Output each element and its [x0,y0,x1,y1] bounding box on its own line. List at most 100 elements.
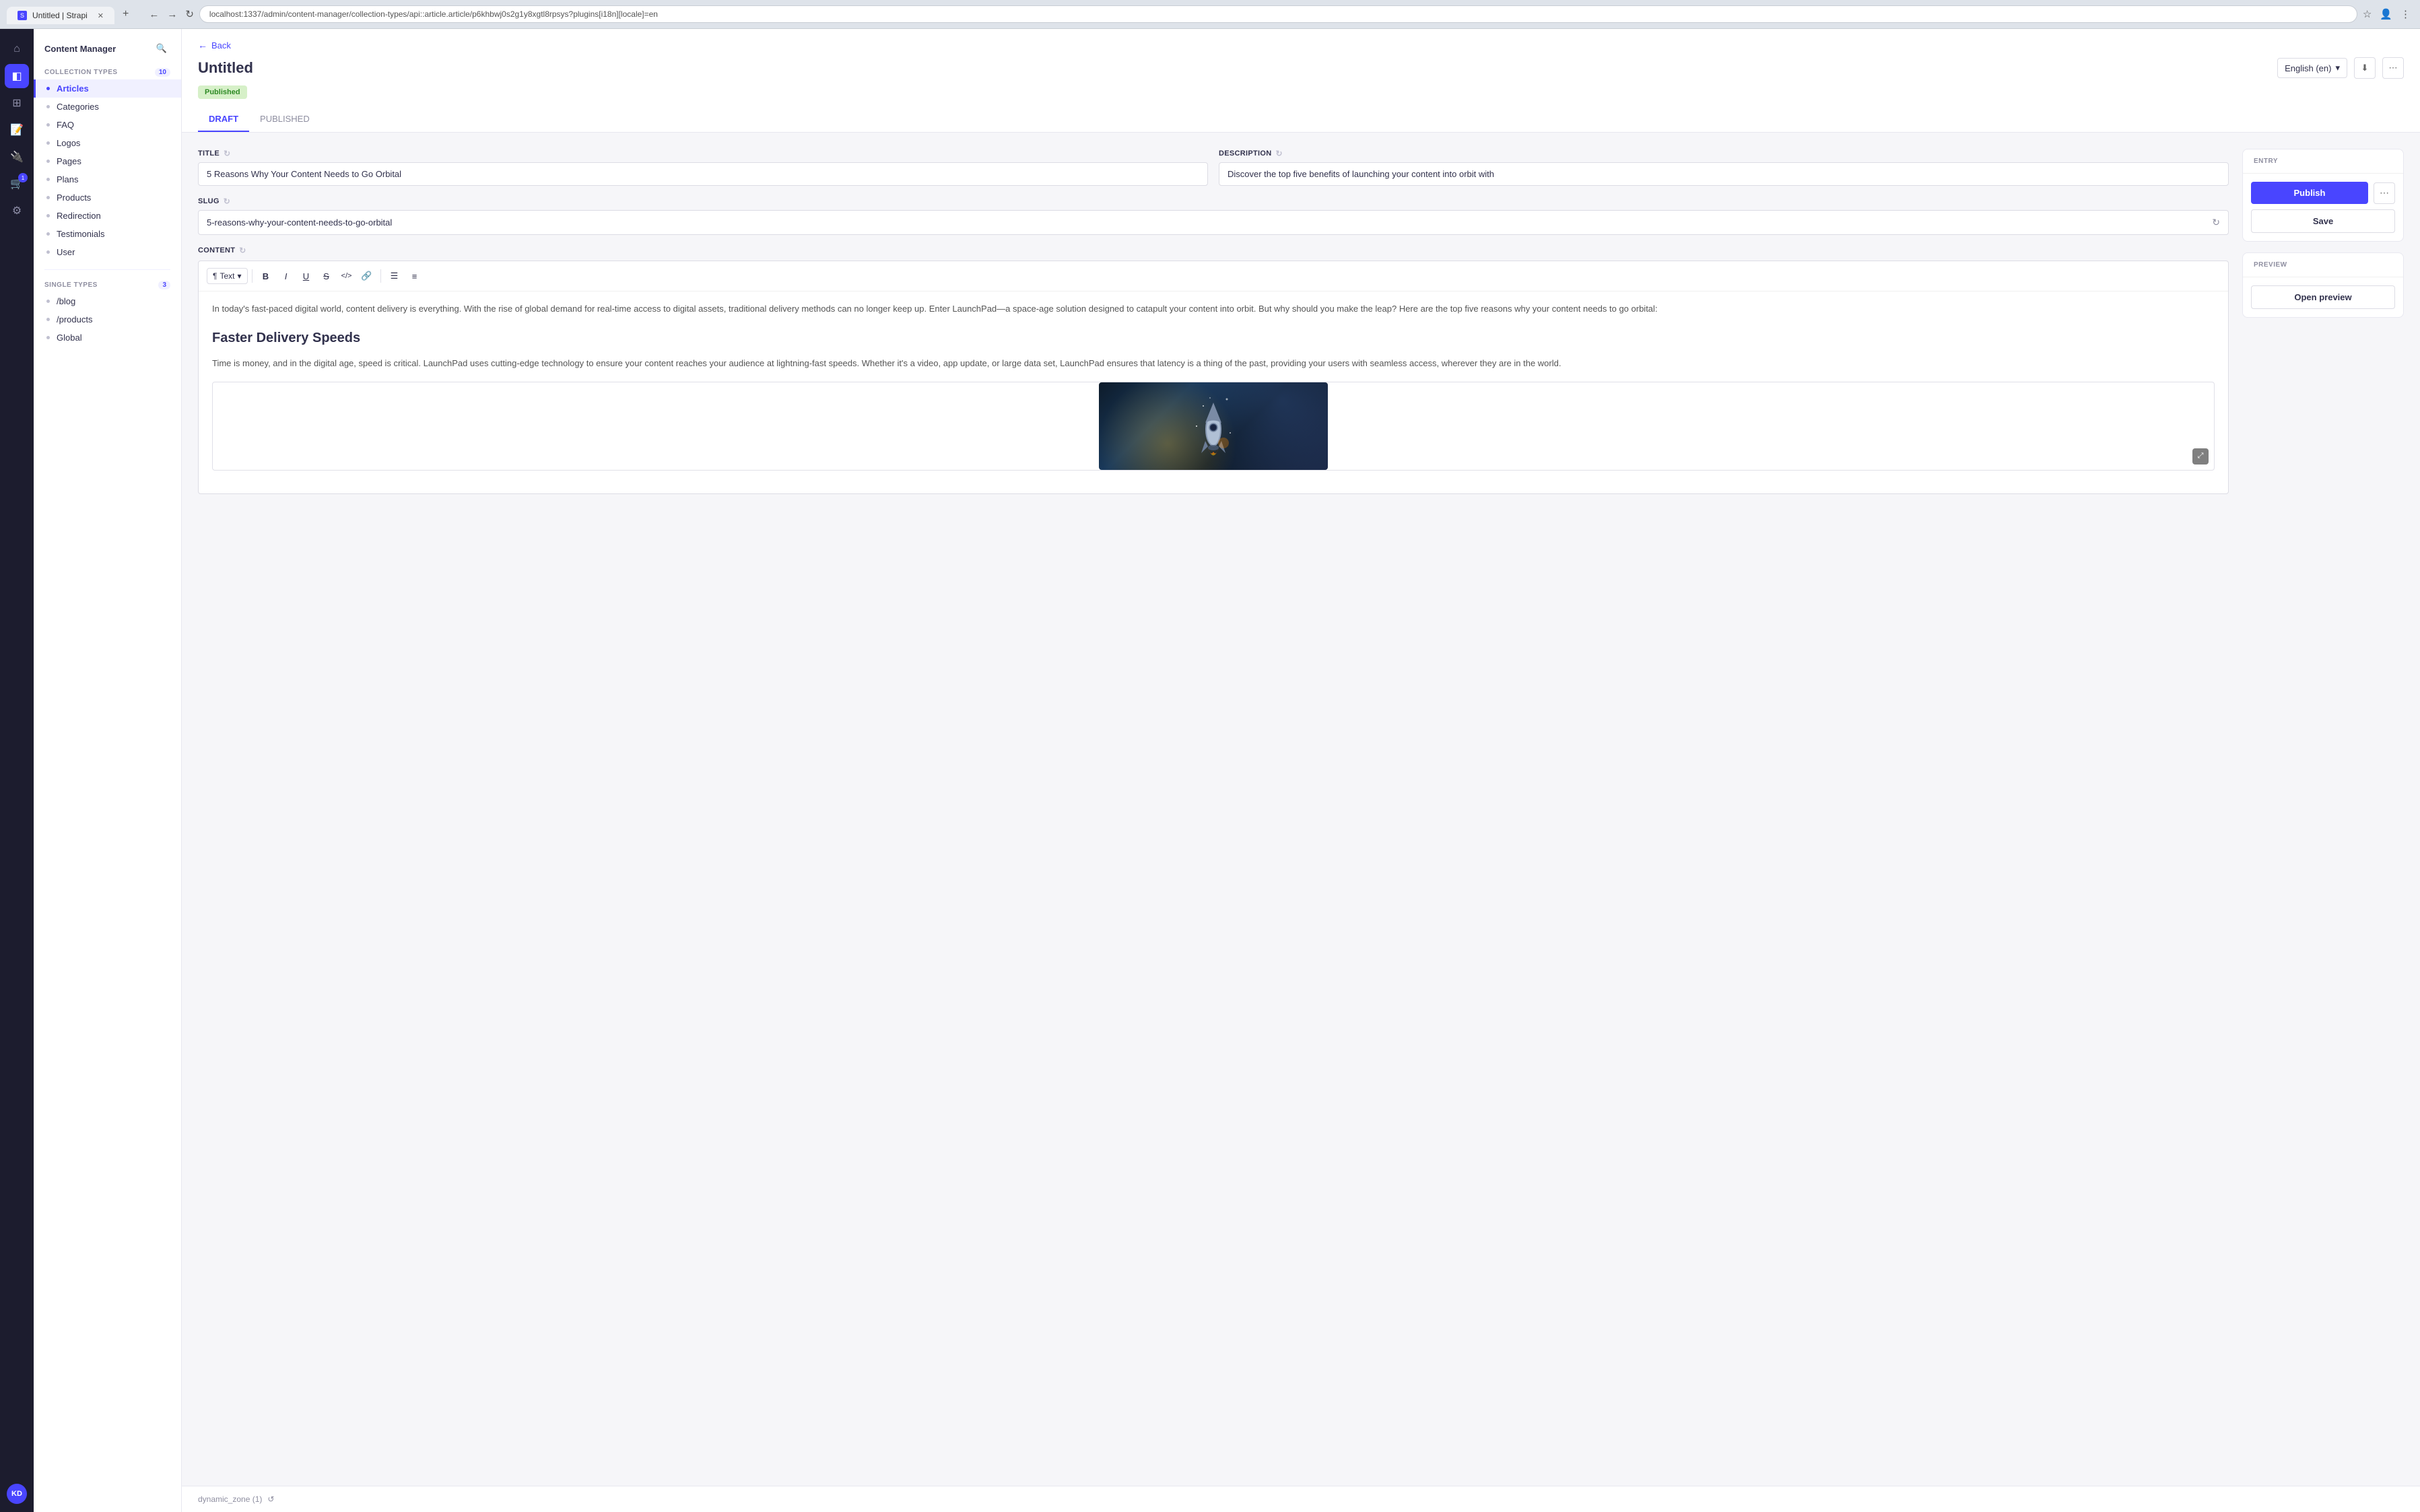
categories-label: Categories [57,102,99,112]
tab-title: Untitled | Strapi [32,11,88,20]
address-bar[interactable]: localhost:1337/admin/content-manager/col… [199,5,2357,23]
new-tab-button[interactable]: + [116,4,135,24]
content-editor: ¶ Text ▾ B I U S </> 🔗 ☰ [198,261,2229,494]
content-sync-icon: ↻ [239,246,246,255]
editor-body[interactable]: In today's fast-paced digital world, con… [199,291,2228,493]
content-sidebar-search-button[interactable]: 🔍 [153,40,170,57]
description-label-text: description [1219,149,1271,158]
menu-button[interactable]: ⋮ [2398,5,2413,23]
sidebar-item-categories[interactable]: Categories [34,98,181,116]
tab-draft[interactable]: DRAFT [198,107,249,132]
redirection-dot [46,214,50,217]
sidebar-item-testimonials[interactable]: Testimonials [34,225,181,243]
back-arrow-icon: ← [198,40,207,50]
form-section: title ↻ description ↻ [198,149,2229,494]
description-label: description ↻ [1219,149,2229,158]
numbered-list-button[interactable]: ≡ [405,267,424,285]
bookmark-button[interactable]: ☆ [2360,5,2374,23]
active-tab[interactable]: S Untitled | Strapi ✕ [7,7,114,24]
reload-button[interactable]: ↻ [182,5,197,23]
testimonials-dot [46,232,50,236]
text-format-icon: ¶ [213,271,217,281]
sidebar-item-logos[interactable]: Logos [34,134,181,152]
slug-refresh-icon[interactable]: ↻ [2212,217,2220,228]
sidebar-item-products[interactable]: Products [34,188,181,207]
sidebar-item-blog[interactable]: /blog [34,292,181,310]
code-button[interactable]: </> [337,267,356,285]
language-selector[interactable]: English (en) ▾ [2277,58,2347,78]
slug-input[interactable] [207,217,2207,228]
profile-button[interactable]: 👤 [2377,5,2395,23]
sidebar-item-user[interactable]: User [34,243,181,261]
sidebar-icon-media[interactable]: ⊞ [5,91,29,115]
content-sidebar-header: Content Manager 🔍 [34,29,181,63]
sidebar-icon-settings[interactable]: ⚙ [5,199,29,223]
sidebar-icon-content[interactable]: ◧ [5,64,29,88]
content-area: title ↻ description ↻ [182,133,2420,1486]
browser-tabs: S Untitled | Strapi ✕ + [7,4,135,24]
more-options-dropdown[interactable]: ⋯ [2374,182,2395,204]
browser-nav: ← → ↻ localhost:1337/admin/content-manag… [146,5,2413,23]
articles-label: Articles [57,83,89,94]
sidebar-item-products-single[interactable]: /products [34,310,181,329]
sidebar-item-faq[interactable]: FAQ [34,116,181,134]
sidebar-item-articles[interactable]: Articles [34,79,181,98]
dynamic-zone-bar: dynamic_zone (1) ↺ [182,1486,2420,1512]
slug-label-text: slug [198,197,220,205]
link-button[interactable]: 🔗 [358,267,376,285]
download-button[interactable]: ⬇ [2354,57,2376,79]
products-single-label: /products [57,314,92,324]
blog-label: /blog [57,296,75,306]
collection-types-count: 10 [155,68,170,77]
publish-button-row: Publish ⋯ [2251,182,2395,204]
categories-dot [46,105,50,108]
sidebar-item-redirection[interactable]: Redirection [34,207,181,225]
sidebar-icon-home[interactable]: ⌂ [5,37,29,61]
forward-nav-button[interactable]: → [164,6,180,23]
faq-label: FAQ [57,120,74,130]
text-format-select[interactable]: ¶ Text ▾ [207,268,248,284]
strikethrough-button[interactable]: S [317,267,336,285]
sidebar-icon-cart[interactable]: 🛒 1 [5,172,29,196]
plans-label: Plans [57,174,79,184]
more-options-button[interactable]: ⋯ [2382,57,2404,79]
right-panel: ENTRY Publish ⋯ Save PREVIEW Open previe… [2242,149,2404,318]
pages-dot [46,160,50,163]
title-description-row: title ↻ description ↻ [198,149,2229,186]
bold-button[interactable]: B [257,267,275,285]
logos-label: Logos [57,138,80,148]
page-title-row: Untitled English (en) ▾ ⬇ ⋯ [198,57,2404,79]
collection-types-header: COLLECTION TYPES 10 [34,63,181,79]
tab-close-icon[interactable]: ✕ [98,11,104,20]
title-input[interactable] [198,162,1208,186]
description-input[interactable] [1219,162,2229,186]
expand-image-button[interactable]: ⤢ [2192,448,2209,465]
title-field: title ↻ [198,149,1208,186]
sidebar-icon-docs[interactable]: 📝 [5,118,29,142]
page-title: Untitled [198,59,253,77]
sidebar-icon-plugins[interactable]: 🔌 [5,145,29,169]
sidebar-item-plans[interactable]: Plans [34,170,181,188]
global-dot [46,336,50,339]
publish-button[interactable]: Publish [2251,182,2368,204]
tab-published[interactable]: PUBLISHED [249,107,321,132]
sidebar-item-global[interactable]: Global [34,329,181,347]
rocket-image [1099,382,1328,470]
user-avatar[interactable]: KD [7,1484,27,1504]
italic-button[interactable]: I [277,267,296,285]
bullet-list-button[interactable]: ☰ [385,267,404,285]
save-button[interactable]: Save [2251,209,2395,233]
rocket-svg [1193,392,1234,460]
articles-dot [46,87,50,90]
redirection-label: Redirection [57,211,101,221]
editor-heading1: Faster Delivery Speeds [212,327,2215,349]
underline-button[interactable]: U [297,267,316,285]
cart-badge: 1 [18,173,28,182]
sidebar-item-pages[interactable]: Pages [34,152,181,170]
dynamic-zone-icon: ↺ [267,1494,274,1504]
back-link[interactable]: ← Back [198,40,2404,50]
text-format-label: Text [220,271,234,281]
back-nav-button[interactable]: ← [146,6,162,23]
single-types-section: SINGLE TYPES 3 /blog /products Global [34,275,181,347]
open-preview-button[interactable]: Open preview [2251,285,2395,309]
